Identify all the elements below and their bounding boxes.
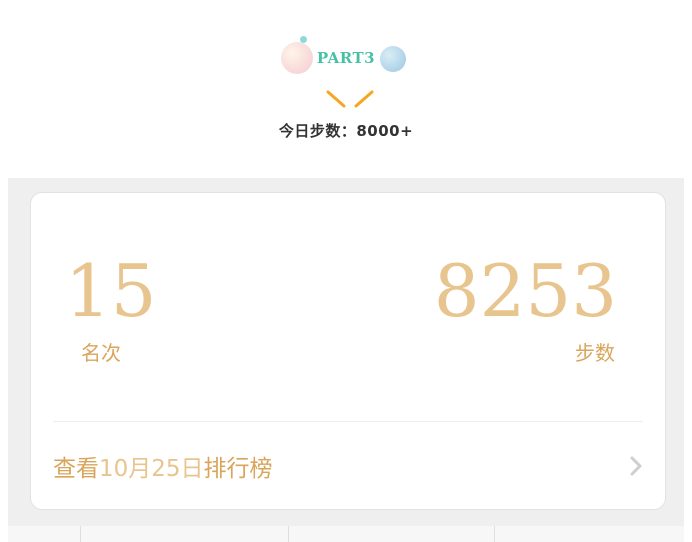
tab-divider	[288, 526, 289, 542]
bottom-tab-strip	[8, 526, 684, 542]
view-leaderboard-link[interactable]: 查看10月25日排行榜	[31, 422, 665, 510]
daily-steps-subtitle: 今日步数：8000+	[278, 122, 414, 140]
tab-divider	[80, 526, 81, 542]
chevron-right-icon	[630, 456, 642, 476]
steps-stat: 8253 步数	[434, 255, 617, 366]
chevron-down-icon	[326, 90, 374, 108]
stats-panel: 15 名次 8253 步数 查看10月25日排行榜	[8, 178, 684, 542]
bubble-decoration-right	[380, 46, 406, 72]
leaderboard-text: 查看10月25日排行榜	[53, 449, 273, 483]
section-header: PART3 今日步数：8000+	[0, 0, 692, 180]
steps-card: 15 名次 8253 步数 查看10月25日排行榜	[30, 192, 666, 510]
part-heading: PART3	[0, 36, 692, 80]
tab-divider	[494, 526, 495, 542]
bubble-decoration-dot	[300, 36, 307, 43]
rank-label: 名次	[81, 341, 121, 365]
leaderboard-date: 10月25日	[99, 456, 204, 482]
steps-label: 步数	[575, 341, 615, 365]
rank-value: 15	[65, 249, 157, 333]
steps-value: 8253	[433, 249, 617, 333]
part-label: PART3	[316, 49, 376, 67]
leaderboard-suffix: 排行榜	[203, 456, 273, 482]
rank-stat: 15 名次	[65, 255, 157, 366]
leaderboard-prefix: 查看	[53, 456, 99, 482]
